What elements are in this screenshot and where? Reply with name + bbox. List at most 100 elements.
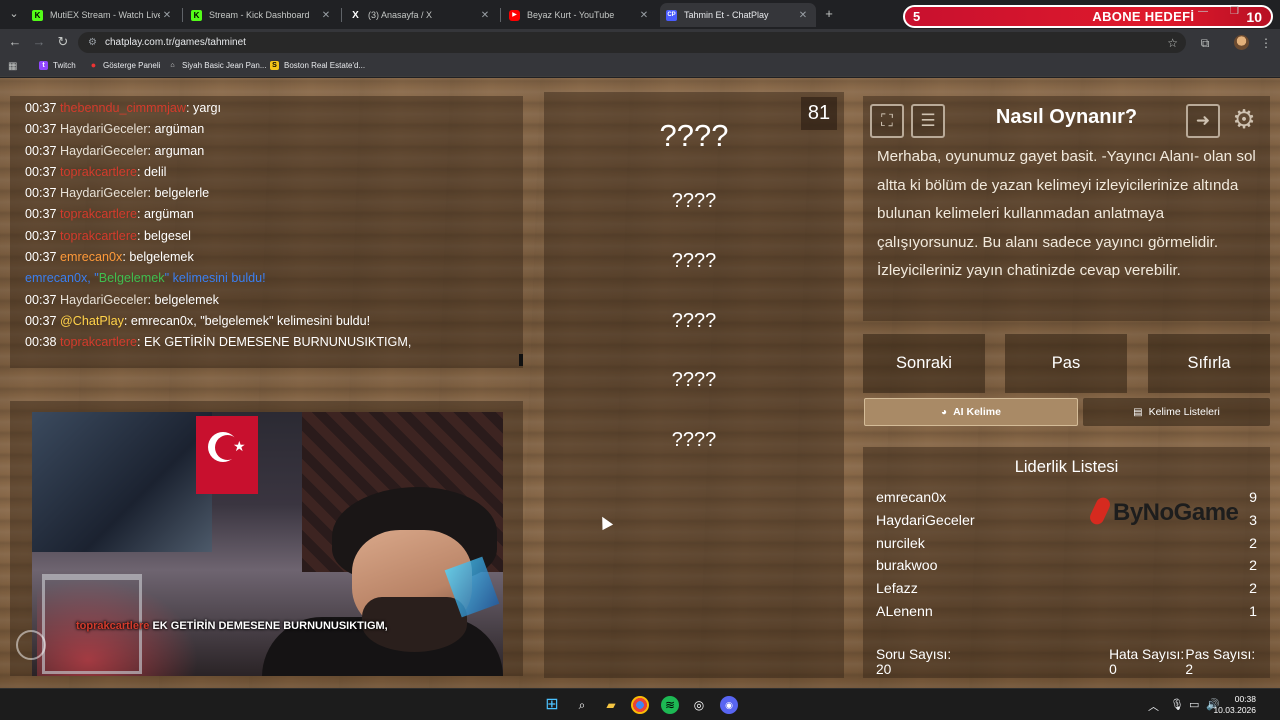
chat-time: 00:37 bbox=[25, 122, 57, 137]
close-icon[interactable]: ✕ bbox=[796, 10, 810, 21]
leaderboard-title: Liderlik Listesi bbox=[1014, 458, 1119, 476]
question-count: Soru Sayısı: 20 bbox=[876, 647, 952, 677]
chat-time: 00:37 bbox=[25, 101, 57, 115]
bookmark-twitch[interactable]: t Twitch bbox=[39, 61, 76, 70]
windows-start-icon[interactable]: ⊞ bbox=[543, 696, 561, 714]
chat-username[interactable]: emrecan0x bbox=[60, 250, 122, 264]
chat-username[interactable]: HaydariGeceler bbox=[60, 144, 148, 158]
search-icon[interactable]: ⌕ bbox=[573, 696, 591, 714]
close-icon[interactable]: ✕ bbox=[478, 10, 492, 21]
chat-text: emrecan0x, "belgelemek" kelimesini buldu… bbox=[130, 313, 371, 328]
tray-chevron-icon[interactable]: ︿ bbox=[1148, 698, 1159, 714]
forbidden-word: ???? bbox=[671, 250, 717, 272]
subscriber-goal-overlay: 5 ABONE HEDEFİ 10 bbox=[903, 5, 1273, 28]
file-explorer-icon[interactable]: ▰ bbox=[602, 696, 620, 714]
tab-ai-word[interactable]: ◕ AI Kelime bbox=[864, 398, 1078, 426]
player-name: HaydariGeceler bbox=[876, 512, 975, 529]
exit-icon[interactable]: ➜ bbox=[1186, 104, 1220, 138]
pass-count: Pas Sayısı: 2 bbox=[1185, 647, 1256, 677]
tab-x-home[interactable]: X (3) Anasayfa / X ✕ bbox=[344, 3, 498, 27]
chat-username[interactable]: HaydariGeceler bbox=[60, 293, 148, 307]
reset-button[interactable]: Sıfırla bbox=[1148, 334, 1270, 393]
bookmark-jean[interactable]: ⌂ Siyah Basic Jean Pan... bbox=[168, 61, 266, 70]
main-word: ???? bbox=[659, 118, 729, 153]
forward-icon[interactable]: → bbox=[31, 34, 47, 50]
chat-username[interactable]: toprakcartlere bbox=[60, 335, 137, 349]
chat-username[interactable]: HaydariGeceler bbox=[60, 186, 148, 200]
tab-word-lists[interactable]: ▤ Kelime Listeleri bbox=[1083, 398, 1270, 426]
obs-icon[interactable]: ◎ bbox=[690, 696, 708, 714]
chat-scrollbar[interactable] bbox=[519, 354, 523, 366]
hanger-icon: ⌂ bbox=[170, 62, 175, 69]
pass-button[interactable]: Pas bbox=[1005, 334, 1127, 393]
chrome-icon[interactable] bbox=[631, 696, 649, 714]
chat-panel: 00:37 thebenndu_cimmmjaw: yargı 00:37 Hay… bbox=[10, 96, 523, 368]
kick-icon: K bbox=[32, 9, 43, 21]
webcam-chat-caption: toprakcartlere EK GETİRİN DEMESENE BURNU… bbox=[76, 620, 388, 632]
chat-username[interactable]: HaydariGeceler bbox=[60, 122, 148, 136]
leaderboard-row: Lefazz 2 bbox=[876, 581, 1257, 603]
close-icon[interactable]: ✕ bbox=[637, 10, 651, 21]
tab-kick-dashboard[interactable]: K Stream - Kick Dashboard ✕ bbox=[185, 3, 339, 27]
discord-icon[interactable]: ◉ bbox=[720, 696, 738, 714]
next-button[interactable]: Sonraki bbox=[863, 334, 985, 393]
chat-username[interactable]: toprakcartlere bbox=[60, 229, 137, 243]
close-icon[interactable]: ✕ bbox=[319, 10, 333, 21]
player-name: emrecan0x bbox=[876, 490, 947, 506]
site-info-icon[interactable]: ⚙ bbox=[88, 37, 97, 48]
chat-time: 00:37 bbox=[25, 292, 57, 307]
tab-chatplay[interactable]: CP Tahmin Et - ChatPlay ✕ bbox=[660, 3, 816, 27]
goal-target: 10 bbox=[1246, 8, 1262, 25]
minimize-icon[interactable]: — bbox=[1198, 6, 1208, 17]
player-score: 3 bbox=[1249, 512, 1257, 529]
chat-username[interactable]: @ChatPlay bbox=[60, 314, 124, 328]
network-icon[interactable]: ▭ bbox=[1189, 698, 1199, 711]
system-clock[interactable]: 00:38 10.03.2026 bbox=[1213, 694, 1256, 716]
address-bar[interactable]: ⚙ chatplay.com.tr/games/tahminet ☆ bbox=[78, 32, 1186, 53]
youtube-icon: ▶ bbox=[509, 9, 520, 21]
chat-username[interactable]: toprakcartlere bbox=[60, 165, 137, 179]
gear-icon[interactable]: ⚙ bbox=[1227, 104, 1261, 138]
reload-icon[interactable]: ↻ bbox=[55, 34, 71, 50]
streamer-webcam: ★ toprakcartlere EK GETİRİN DEMESENE BUR… bbox=[10, 401, 523, 676]
profile-avatar[interactable] bbox=[1234, 35, 1249, 50]
bookmark-boston[interactable]: S Boston Real Estate'd... bbox=[270, 61, 365, 70]
chat-text: yargı bbox=[193, 101, 222, 115]
chatplay-icon: CP bbox=[666, 9, 677, 21]
chat-message: 00:37 HaydariGeceler: arguman bbox=[25, 143, 205, 158]
bookmark-dashboard[interactable]: ● Gösterge Paneli bbox=[89, 60, 161, 71]
chat-message: 00:37 HaydariGeceler: belgelemek bbox=[25, 292, 219, 307]
player-name: Lefazz bbox=[876, 581, 918, 598]
microphone-icon[interactable]: 🎙 bbox=[1170, 698, 1184, 711]
tab-strip: ⌄ K MutiEX Stream - Watch Live on ✕ K St… bbox=[0, 0, 1280, 29]
forbidden-word: ???? bbox=[671, 190, 717, 212]
menu-kebab-icon[interactable]: ⋮ bbox=[1258, 35, 1274, 51]
close-icon[interactable]: ✕ bbox=[160, 10, 174, 21]
dashboard-icon: ● bbox=[90, 60, 97, 70]
chat-time: 00:37 bbox=[25, 207, 57, 222]
chat-username[interactable]: toprakcartlere bbox=[60, 207, 137, 221]
tab-youtube[interactable]: ▶ Beyaz Kurt - YouTube ✕ bbox=[503, 3, 657, 27]
chat-message: 00:37 toprakcartlere: belgesel bbox=[25, 228, 191, 243]
leaderboard-row: ALenenn 1 bbox=[876, 604, 1257, 626]
back-icon[interactable]: ← bbox=[7, 34, 23, 50]
bookmark-star-icon[interactable]: ☆ bbox=[1167, 36, 1178, 50]
restore-icon[interactable]: ❐ bbox=[1230, 6, 1239, 17]
chat-message: emrecan0x, "Belgelemek" kelimesini buldu… bbox=[25, 271, 266, 286]
chat-message: 00:37 @ChatPlay: emrecan0x, "belgelemek"… bbox=[25, 313, 371, 328]
player-name: ALenenn bbox=[876, 604, 933, 620]
player-score: 2 bbox=[1249, 535, 1257, 552]
chat-username[interactable]: thebenndu_cimmmjaw bbox=[60, 101, 186, 115]
word-panel: 81 ???? ???? ???? ???? ???? ???? bbox=[544, 92, 844, 678]
leaderboard-row: emrecan0x 9 bbox=[876, 490, 1257, 512]
url-text: chatplay.com.tr/games/tahminet bbox=[104, 37, 246, 48]
tab-mutiex[interactable]: K MutiEX Stream - Watch Live on ✕ bbox=[26, 3, 180, 27]
player-name: burakwoo bbox=[876, 558, 938, 575]
new-tab-button[interactable]: + bbox=[822, 6, 836, 22]
leaderboard-row: HaydariGeceler 3 bbox=[876, 513, 1257, 535]
spotify-icon[interactable]: ≋ bbox=[661, 696, 679, 714]
tab-search-chevron-icon[interactable]: ⌄ bbox=[4, 6, 24, 22]
extensions-icon[interactable]: ⧉ bbox=[1197, 35, 1213, 51]
goal-label: ABONE HEDEFİ bbox=[1092, 9, 1195, 24]
apps-grid-icon[interactable]: ▦ bbox=[8, 61, 17, 72]
